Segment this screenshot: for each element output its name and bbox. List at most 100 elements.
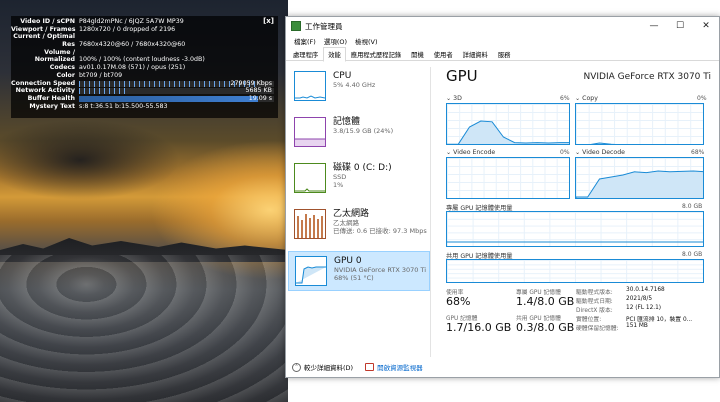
- engine-pct: 0%: [697, 95, 707, 102]
- stat-value: [79, 49, 278, 57]
- engine-chart: [576, 170, 703, 198]
- cpu-mini-chart: [295, 95, 325, 99]
- engine-selector-video-decode[interactable]: ⌄ Video Decode: [575, 149, 625, 156]
- bar-text: 19.09 s: [248, 94, 272, 102]
- menu-view[interactable]: 檢視(V): [351, 36, 382, 46]
- engine-selector-video-encode[interactable]: ⌄ Video Encode: [446, 149, 495, 156]
- menu-file[interactable]: 檔案(F): [290, 36, 320, 46]
- device-text: 記憶體 3.8/15.9 GB (24%): [333, 117, 393, 153]
- stat-row-video-id: Video ID / sCPN P84gld2mPNc / 6JQZ 5A7W …: [11, 18, 278, 26]
- tab-bar: 處理程序 效能 應用程式歷程記錄 開機 使用者 詳細資料 服務: [286, 47, 719, 62]
- stats-for-nerds-panel: [x] Video ID / sCPN P84gld2mPNc / 6JQZ 5…: [11, 16, 278, 118]
- tab-details[interactable]: 詳細資料: [458, 47, 493, 62]
- buffer-health-bar: 19.09 s: [79, 94, 274, 102]
- stat-row-normalized: Normalized 100% / 100% (content loudness…: [11, 56, 278, 64]
- engine-pct: 6%: [560, 95, 570, 102]
- menu-bar: 檔案(F) 選項(O) 檢視(V): [286, 35, 719, 47]
- stat-row-viewport: Viewport / Frames 1280x720 / 0 dropped o…: [11, 26, 278, 34]
- device-line: 3.8/15.9 GB (24%): [333, 127, 394, 135]
- ethernet-thumbnail-graph: [294, 209, 326, 239]
- network-activity-bar: 5685 KB: [79, 87, 274, 95]
- stat-value: 100% / 100% (content loudness -3.0dB): [79, 56, 205, 64]
- gpu-mini-chart: [296, 266, 326, 284]
- shared-memory-max: 8.0 GB: [682, 251, 703, 258]
- engine-chart: [447, 158, 570, 199]
- device-title: 乙太網路: [333, 209, 370, 219]
- engine-pct: 68%: [691, 149, 705, 156]
- info-key: 實體位置:: [576, 317, 602, 323]
- engine-name: Video Encode: [453, 149, 496, 156]
- utilization-value: 68%: [446, 295, 471, 308]
- stat-key: Connection Speed: [11, 79, 76, 87]
- stat-row-color: Color bt709 / bt709: [11, 72, 278, 80]
- device-item-ethernet[interactable]: 乙太網路 乙太網路 已傳送: 0.6 已接收: 97.3 Mbps: [288, 205, 430, 245]
- fewer-details-button[interactable]: 較少詳細資料(D): [304, 362, 353, 372]
- stat-key: Buffer Health: [27, 94, 75, 102]
- device-line: 5% 4.40 GHz: [333, 81, 376, 89]
- info-value: 2021/8/5: [626, 296, 653, 302]
- device-item-disk[interactable]: 磁碟 0 (C: D:) SSD 1%: [288, 159, 430, 199]
- stat-value: P84gld2mPNc / 6JQZ 5A7W MP39: [79, 18, 184, 25]
- device-item-gpu[interactable]: GPU 0 NVIDIA GeForce RTX 3070 Ti 68% (51…: [288, 251, 430, 291]
- close-button[interactable]: ✕: [693, 17, 719, 35]
- window-title: 工作管理員: [305, 21, 343, 31]
- minimize-button[interactable]: —: [641, 17, 667, 35]
- info-value: PCI 匯流排 10，裝置 0...: [626, 317, 693, 323]
- engine-selector-copy[interactable]: ⌄ Copy: [575, 95, 598, 102]
- open-resource-monitor-link[interactable]: 開啟資源監視器: [377, 362, 423, 372]
- net-mini-bar: [297, 216, 299, 238]
- menu-options[interactable]: 選項(O): [320, 36, 351, 46]
- stat-row-buffer-health: Buffer Health 19.09 s: [11, 95, 278, 103]
- connection-speed-bar: 279059 Kbps: [79, 80, 274, 87]
- tab-processes[interactable]: 處理程序: [288, 47, 323, 62]
- stat-value: 1280x720 / 0 dropped of 2196: [79, 25, 176, 33]
- net-mini-bar: [309, 218, 311, 238]
- engine-graph-copy: [575, 103, 704, 145]
- stat-row-network-activity: Network Activity 5685 KB: [11, 87, 278, 95]
- task-manager-icon: [291, 21, 301, 31]
- dedicated-gpu-memory-value: 1.4/8.0 GB: [516, 295, 575, 308]
- dedicated-memory-graph: [446, 211, 704, 247]
- gpu-heading: GPU: [446, 67, 478, 85]
- cpu-thumbnail-graph: [294, 71, 326, 101]
- device-line: 68% (51 °C): [334, 273, 374, 282]
- net-mini-bar: [301, 220, 303, 238]
- task-manager-window[interactable]: 工作管理員 — ☐ ✕ 檔案(F) 選項(O) 檢視(V) 處理程序 效能 應用…: [285, 16, 720, 378]
- stat-key: Mystery Text: [29, 102, 75, 110]
- engine-chart: [590, 142, 616, 144]
- stat-row-mystery-text: Mystery Text s:8 t:36.51 b:15.500-55.583: [11, 103, 278, 111]
- info-value: 12 (FL 12.1): [626, 305, 662, 311]
- stat-row-current-optimal: Current / Optimal: [11, 33, 278, 41]
- video-dark-cloud: [0, 120, 180, 200]
- engine-selector-3d[interactable]: ⌄ 3D: [446, 95, 462, 102]
- device-item-cpu[interactable]: CPU 5% 4.40 GHz: [288, 67, 430, 107]
- tab-startup[interactable]: 開機: [406, 47, 429, 62]
- device-title: GPU 0: [334, 256, 362, 266]
- stat-value: av01.0.17M.08 (571) / opus (251): [79, 64, 186, 72]
- net-mini-bar: [313, 215, 315, 238]
- dedicated-memory-chart: [447, 241, 703, 243]
- maximize-button[interactable]: ☐: [667, 17, 693, 35]
- stat-key: Volume /: [44, 48, 75, 56]
- performance-content: CPU 5% 4.40 GHz 記憶體 3.8/15.9 GB (24%) 磁碟…: [286, 61, 719, 357]
- disk-thumbnail-graph: [294, 163, 326, 193]
- stat-value: 7680x4320@60 / 7680x4320@60: [79, 41, 186, 49]
- tab-users[interactable]: 使用者: [429, 47, 458, 62]
- video-player[interactable]: [x] Video ID / sCPN P84gld2mPNc / 6JQZ 5…: [0, 0, 288, 402]
- tab-performance[interactable]: 效能: [323, 47, 346, 62]
- tab-app-history[interactable]: 應用程式歷程記錄: [346, 47, 406, 62]
- bar-fill: [79, 88, 128, 95]
- stat-key: Current / Optimal: [13, 33, 75, 41]
- title-bar[interactable]: 工作管理員 — ☐ ✕: [286, 17, 719, 35]
- net-mini-bar: [317, 219, 319, 238]
- stats-close-button[interactable]: [x]: [263, 17, 274, 26]
- engine-name: 3D: [453, 95, 462, 102]
- device-item-memory[interactable]: 記憶體 3.8/15.9 GB (24%): [288, 113, 430, 153]
- tab-services[interactable]: 服務: [493, 47, 516, 62]
- video-sea-of-clouds: [0, 255, 288, 402]
- engine-line: [576, 170, 703, 198]
- device-title: CPU: [333, 71, 352, 81]
- ethernet-mini-chart: [297, 214, 323, 238]
- net-mini-bar: [321, 216, 323, 238]
- stat-key: Color: [56, 71, 75, 79]
